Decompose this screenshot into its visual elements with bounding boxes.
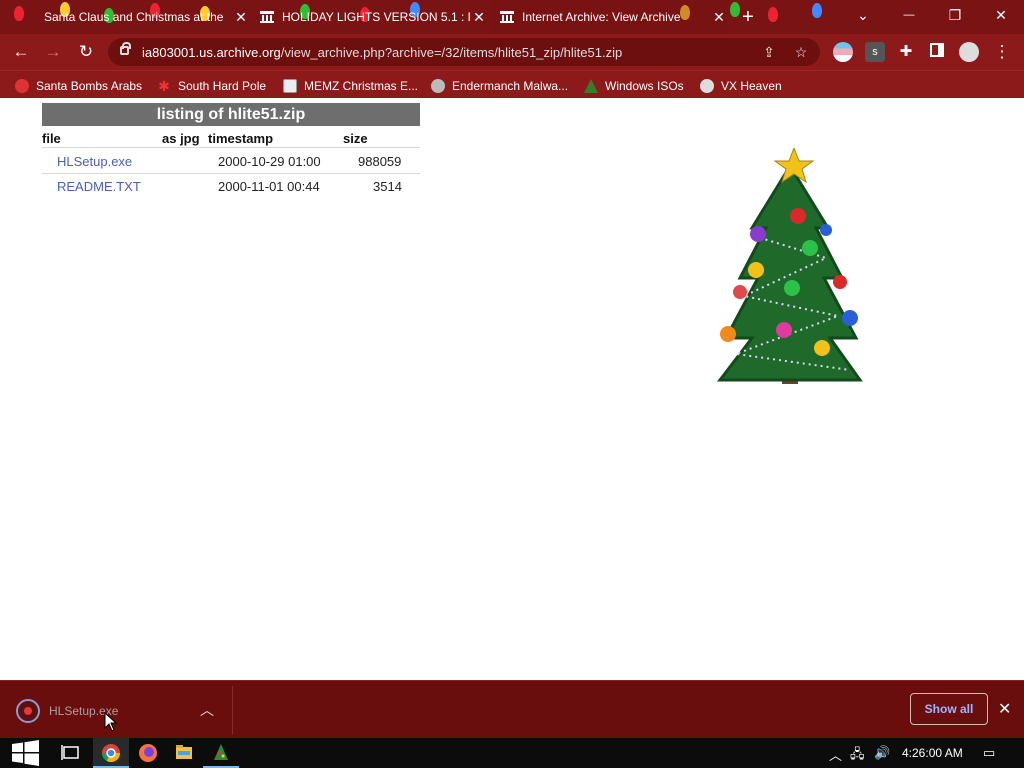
archive-favicon-icon [500, 11, 514, 23]
tab-title: HOLIDAY LIGHTS VERSION 5.1 : F [282, 10, 470, 24]
chrome-icon[interactable] [93, 738, 129, 768]
file-explorer-icon[interactable] [166, 738, 202, 768]
address-bar[interactable]: ia803001.us.archive.org/view_archive.php… [108, 38, 820, 66]
mouse-cursor-icon [104, 712, 118, 732]
bookmark-label: Windows ISOs [605, 79, 684, 93]
bookmark-south-hard-pole[interactable]: ✱ South Hard Pole [157, 77, 266, 95]
side-panel-icon[interactable] [927, 42, 947, 62]
christmas-tree-image [716, 148, 863, 384]
restore-button[interactable]: ❐ [932, 0, 978, 30]
row-divider [42, 173, 420, 174]
profile-avatar-icon[interactable] [959, 42, 979, 62]
tab-title: Santa Claus and Christmas at the [44, 10, 224, 24]
close-tab-icon[interactable]: ✕ [232, 9, 250, 26]
file-size: 988059 [358, 154, 402, 169]
tree-icon [584, 79, 598, 93]
bookmarks-bar: Santa Bombs Arabs ✱ South Hard Pole MEMZ … [0, 70, 1024, 98]
tab-strip: Santa Claus and Christmas at the ✕ HOLID… [0, 0, 1024, 34]
menu-kebab-icon[interactable]: ⋮ [992, 42, 1012, 62]
download-shelf: HLSetup.exe ︿ Show all ✕ [0, 680, 1024, 738]
lock-icon[interactable] [120, 42, 131, 55]
url-path: /view_archive.php?archive=/32/items/hlit… [280, 45, 623, 60]
close-shelf-icon[interactable]: ✕ [998, 699, 1011, 719]
christmas-light-decoration [812, 3, 822, 18]
task-view-icon[interactable] [53, 738, 89, 768]
bookmark-vx-heaven[interactable]: VX Heaven [700, 77, 782, 95]
bookmark-star-icon[interactable]: ☆ [792, 43, 810, 61]
close-tab-icon[interactable]: ✕ [710, 9, 728, 26]
extensions-puzzle-icon[interactable]: ✚ [896, 42, 916, 62]
close-window-button[interactable]: ✕ [978, 0, 1024, 30]
column-header-size: size [343, 131, 368, 146]
notifications-icon[interactable]: ▭ [983, 745, 995, 761]
bookmark-label: South Hard Pole [178, 79, 267, 93]
column-header-file: file [42, 131, 61, 146]
column-header-as-jpg: as jpg [162, 131, 200, 146]
url-text[interactable]: ia803001.us.archive.org/view_archive.php… [142, 45, 622, 60]
tab-holiday-lights[interactable]: HOLIDAY LIGHTS VERSION 5.1 : F ✕ [252, 0, 488, 34]
minimize-button[interactable]: — [886, 0, 932, 30]
listing-title: listing of hlite51.zip [42, 103, 420, 126]
forward-icon[interactable]: → [43, 42, 63, 62]
file-timestamp: 2000-10-29 01:00 [218, 154, 321, 169]
bookmark-label: MEMZ Christmas E... [304, 79, 419, 93]
share-icon[interactable]: ⇪ [760, 43, 778, 61]
show-hidden-icons-chevron-icon[interactable]: ︿ [829, 745, 842, 764]
snowflake-icon: ✱ [158, 78, 170, 94]
vx-icon [700, 79, 714, 93]
back-icon[interactable]: ← [11, 42, 31, 62]
tab-search-dropdown-icon[interactable]: ⌄ [840, 0, 886, 30]
bookmark-memz-christmas[interactable]: MEMZ Christmas E... [283, 77, 418, 95]
page-content: listing of hlite51.zip file as jpg times… [0, 98, 1024, 680]
file-link-hlsetup[interactable]: HLSetup.exe [57, 154, 132, 169]
tab-view-archive[interactable]: Internet Archive: View Archive ✕ [490, 0, 728, 34]
chevron-up-icon[interactable]: ︿ [200, 700, 214, 720]
url-host: ia803001.us.archive.org [142, 45, 281, 60]
santa-icon [15, 79, 29, 93]
extension-s-icon[interactable]: s [865, 42, 885, 62]
download-file-icon [16, 699, 40, 723]
volume-icon[interactable]: 🔊 [874, 745, 890, 761]
christmas-light-decoration [768, 7, 778, 22]
bookmark-label: Endermanch Malwa... [452, 79, 569, 93]
tab-title: Internet Archive: View Archive [522, 10, 681, 24]
screen: Santa Claus and Christmas at the ✕ HOLID… [0, 0, 1024, 768]
raccoon-icon [431, 79, 445, 93]
reload-icon[interactable]: ↻ [76, 42, 96, 62]
tab-santa-claus[interactable]: Santa Claus and Christmas at the ✕ [8, 0, 250, 34]
clock[interactable]: 4:26:00 AM [902, 746, 963, 760]
windows-taskbar: ︿ 🖧 🔊 4:26:00 AM ▭ [0, 738, 1024, 768]
bookmark-santa-bombs-arabs[interactable]: Santa Bombs Arabs [15, 77, 142, 95]
file-size: 3514 [373, 179, 402, 194]
close-tab-icon[interactable]: ✕ [470, 9, 488, 26]
column-header-timestamp: timestamp [208, 131, 274, 146]
firefox-icon[interactable] [130, 738, 166, 768]
archive-favicon-icon [260, 11, 274, 23]
network-icon[interactable]: 🖧 [850, 745, 865, 767]
new-tab-button[interactable]: + [738, 7, 758, 27]
browser-toolbar: ← → ↻ ia803001.us.archive.org/view_archi… [0, 34, 1024, 70]
bookmark-label: Santa Bombs Arabs [36, 79, 143, 93]
bookmark-label: VX Heaven [721, 79, 782, 93]
memz-icon [283, 79, 297, 93]
show-all-button[interactable]: Show all [910, 693, 988, 725]
row-divider [42, 147, 420, 148]
bookmark-endermanch-malware[interactable]: Endermanch Malwa... [431, 77, 568, 95]
divider [232, 686, 233, 734]
bookmark-windows-isos[interactable]: Windows ISOs [584, 77, 684, 95]
extension-flag-icon[interactable] [833, 42, 853, 62]
file-timestamp: 2000-11-01 00:44 [218, 179, 320, 194]
holiday-lights-icon[interactable] [203, 738, 239, 768]
file-link-readme[interactable]: README.TXT [57, 179, 141, 194]
start-icon[interactable] [8, 738, 44, 768]
